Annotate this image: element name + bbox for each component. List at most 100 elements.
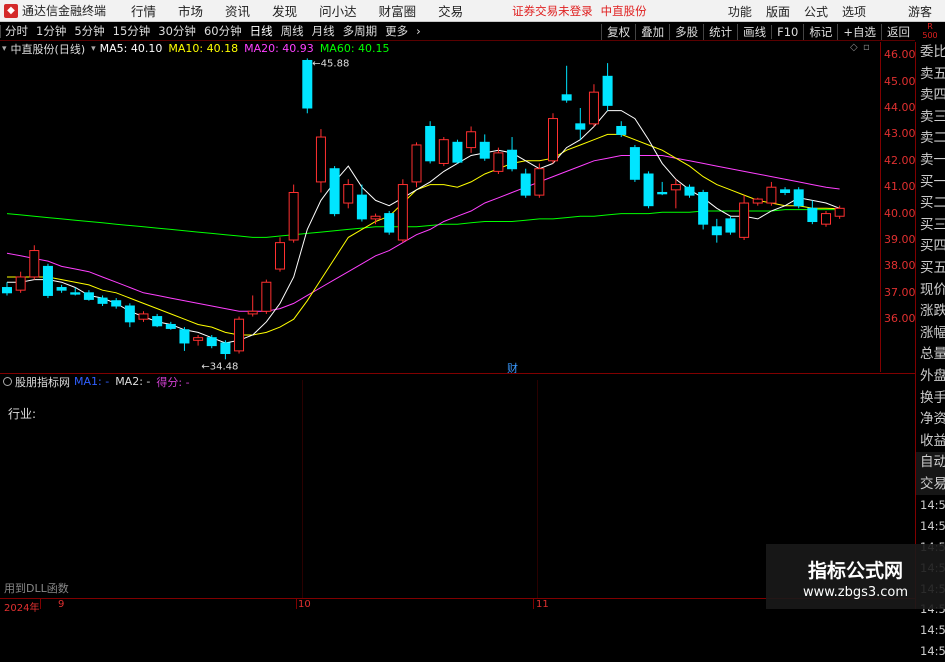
period-1min[interactable]: 1分钟: [32, 23, 70, 39]
menu-discover[interactable]: 发现: [261, 1, 308, 20]
menu-function[interactable]: 功能: [721, 3, 759, 20]
candle[interactable]: [739, 195, 750, 240]
guest-user[interactable]: 游客: [901, 3, 939, 20]
candle[interactable]: [575, 108, 586, 140]
candle[interactable]: [329, 166, 340, 217]
candle[interactable]: [466, 126, 477, 153]
menu-formula[interactable]: 公式: [797, 3, 835, 20]
indicator-name[interactable]: 股朋指标网: [15, 374, 70, 390]
candle[interactable]: [452, 139, 463, 164]
candle[interactable]: [165, 321, 176, 330]
menu-quotes[interactable]: 行情: [120, 1, 167, 20]
period-intraday[interactable]: 分时: [1, 23, 32, 39]
candlestick-chart[interactable]: ←45.88 ←34.48: [0, 42, 880, 372]
candle[interactable]: [534, 163, 545, 198]
candle[interactable]: [83, 290, 94, 301]
period-more[interactable]: 更多: [381, 23, 412, 39]
candle[interactable]: [124, 303, 135, 328]
period-weekly[interactable]: 周线: [277, 23, 308, 39]
candle[interactable]: [520, 168, 531, 198]
candle[interactable]: [807, 200, 818, 225]
add-watchlist-button[interactable]: +自选: [837, 23, 881, 40]
sidebar-item[interactable]: 买一: [916, 172, 945, 194]
sidebar-item[interactable]: 总量: [916, 344, 945, 366]
diamond-icon[interactable]: ◇: [850, 42, 858, 53]
draw-line-button[interactable]: 画线: [737, 23, 771, 40]
stock-dropdown-icon[interactable]: ▾: [2, 44, 7, 54]
sidebar-item[interactable]: 买四: [916, 236, 945, 258]
sidebar-item[interactable]: 卖二: [916, 128, 945, 150]
sidebar-item[interactable]: 买五: [916, 258, 945, 280]
r-badge[interactable]: R 500: [915, 22, 945, 41]
candle[interactable]: [711, 218, 722, 243]
settings-circle-icon[interactable]: ▾: [91, 44, 96, 54]
candle[interactable]: [780, 187, 791, 196]
period-5min[interactable]: 5分钟: [70, 23, 108, 39]
candle[interactable]: [670, 179, 681, 209]
sidebar-item[interactable]: 卖五: [916, 64, 945, 86]
notice-stock[interactable]: 中直股份: [601, 3, 647, 19]
candle[interactable]: [370, 213, 381, 225]
candle[interactable]: [425, 121, 436, 164]
mark-button[interactable]: 标记: [803, 23, 837, 40]
menu-news[interactable]: 资讯: [214, 1, 261, 20]
adjust-button[interactable]: 复权: [601, 23, 635, 40]
menu-ask[interactable]: 问小达: [308, 1, 368, 20]
candle[interactable]: [70, 287, 81, 296]
chevron-right-icon[interactable]: ›: [412, 24, 425, 38]
menu-layout[interactable]: 版面: [759, 3, 797, 20]
menu-trade[interactable]: 交易: [427, 1, 474, 20]
candle[interactable]: [793, 187, 804, 209]
period-daily[interactable]: 日线: [246, 23, 277, 39]
candle[interactable]: [411, 142, 422, 188]
candle[interactable]: [493, 147, 504, 174]
candle[interactable]: [602, 63, 613, 111]
menu-options[interactable]: 选项: [835, 3, 873, 20]
candle[interactable]: [507, 137, 518, 172]
candle[interactable]: [2, 282, 12, 296]
candle[interactable]: [588, 84, 599, 127]
candle[interactable]: [766, 181, 777, 206]
period-multi[interactable]: 多周期: [339, 23, 382, 39]
sidebar-item[interactable]: 委比: [916, 42, 945, 64]
candle[interactable]: [752, 197, 763, 206]
candle[interactable]: [698, 189, 709, 230]
candle[interactable]: [657, 181, 668, 196]
overlay-button[interactable]: 叠加: [635, 23, 669, 40]
restore-icon[interactable]: ▫: [863, 42, 870, 53]
candle[interactable]: [234, 316, 245, 354]
sidebar-item[interactable]: 收益: [916, 431, 945, 453]
candle[interactable]: [111, 298, 122, 309]
multi-stock-button[interactable]: 多股: [669, 23, 703, 40]
candle[interactable]: [384, 210, 395, 235]
period-monthly[interactable]: 月线: [308, 23, 339, 39]
candle[interactable]: [42, 263, 53, 299]
sidebar-item[interactable]: 现价: [916, 280, 945, 302]
f10-button[interactable]: F10: [771, 24, 803, 39]
sidebar-item[interactable]: 卖四: [916, 85, 945, 107]
candle[interactable]: [206, 335, 217, 349]
candle[interactable]: [684, 184, 695, 198]
candle[interactable]: [438, 137, 449, 167]
sidebar-item[interactable]: 买二: [916, 193, 945, 215]
candle[interactable]: [561, 65, 572, 103]
candle[interactable]: [193, 335, 204, 346]
candle[interactable]: [288, 184, 299, 243]
sidebar-item[interactable]: 外盘: [916, 366, 945, 388]
candle[interactable]: [616, 121, 627, 138]
candle[interactable]: [179, 327, 190, 351]
candle[interactable]: [275, 237, 285, 272]
candle[interactable]: [247, 295, 258, 317]
sidebar-item[interactable]: 换手: [916, 388, 945, 410]
back-button[interactable]: 返回: [881, 23, 915, 40]
candle[interactable]: [629, 144, 640, 182]
period-15min[interactable]: 15分钟: [109, 23, 155, 39]
candle[interactable]: [725, 216, 736, 235]
candle[interactable]: [315, 129, 326, 193]
candle[interactable]: [343, 179, 354, 209]
candle[interactable]: [397, 179, 408, 243]
login-notice[interactable]: 证券交易未登录: [512, 3, 593, 19]
candle[interactable]: [152, 313, 163, 328]
sidebar-item[interactable]: 交易: [916, 473, 945, 496]
sidebar-item[interactable]: 涨跌: [916, 301, 945, 323]
